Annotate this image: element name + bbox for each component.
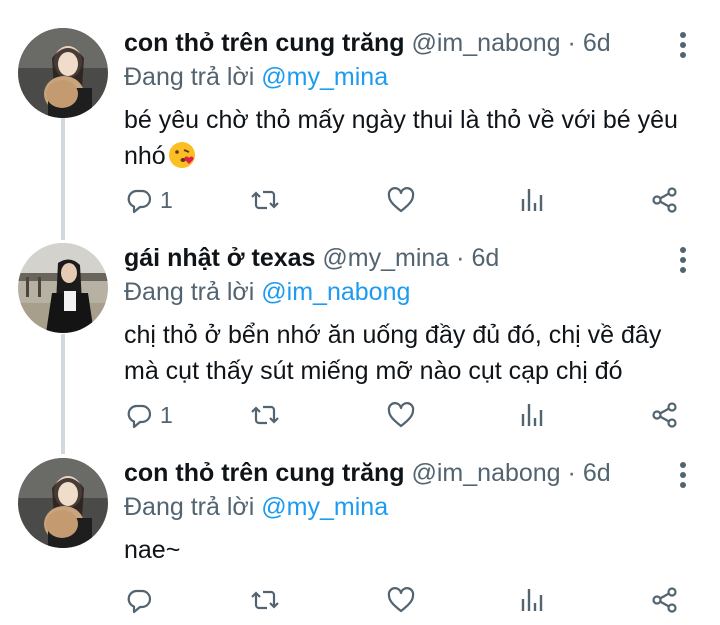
like-button[interactable]: [386, 582, 416, 618]
reply-icon: [127, 404, 152, 429]
more-vertical-icon[interactable]: [672, 460, 694, 490]
replying-to-label: Đang trả lời: [124, 63, 255, 91]
analytics-button[interactable]: [518, 582, 548, 618]
replying-to: Đang trả lời @my_mina: [124, 62, 388, 92]
reply-count: 1: [160, 186, 173, 213]
more-vertical-icon[interactable]: [672, 30, 694, 60]
reply-icon: [127, 189, 152, 214]
analytics-icon: [521, 189, 543, 211]
retweet-button[interactable]: [250, 397, 280, 433]
timestamp[interactable]: 6d: [583, 459, 611, 487]
like-icon: [387, 587, 415, 613]
timestamp[interactable]: 6d: [583, 29, 611, 57]
tweet-actions: 1: [0, 182, 720, 218]
retweet-button[interactable]: [250, 582, 280, 618]
tweet-text-content: chị thỏ ở bển nhớ ăn uống đầy đủ đó, chị…: [124, 321, 662, 385]
tweet-header: con thỏ trên cung trăng @im_nabong · 6d: [124, 28, 611, 58]
share-icon: [652, 187, 677, 213]
display-name[interactable]: con thỏ trên cung trăng: [124, 459, 405, 487]
retweet-icon: [251, 590, 279, 610]
more-vertical-icon[interactable]: [672, 245, 694, 275]
tweet-text-content: bé yêu chờ thỏ mấy ngày thui là thỏ về v…: [124, 106, 678, 170]
mention-link[interactable]: @im_nabong: [261, 278, 410, 306]
replying-to: Đang trả lời @my_mina: [124, 492, 388, 522]
analytics-button[interactable]: [518, 182, 548, 218]
separator: ·: [567, 459, 576, 487]
username[interactable]: @im_nabong: [412, 459, 561, 487]
tweet[interactable]: con thỏ trên cung trăng @im_nabong · 6d …: [0, 0, 720, 228]
like-button[interactable]: [386, 182, 416, 218]
face-blowing-kiss-emoji: [168, 141, 196, 169]
username[interactable]: @my_mina: [322, 244, 449, 272]
retweet-button[interactable]: [250, 182, 280, 218]
retweet-icon: [251, 190, 279, 210]
tweet-header: con thỏ trên cung trăng @im_nabong · 6d: [124, 458, 611, 488]
separator: ·: [456, 244, 465, 272]
tweet[interactable]: con thỏ trên cung trăng @im_nabong · 6d …: [0, 430, 720, 625]
tweet-text-content: nae~: [124, 536, 181, 564]
separator: ·: [567, 29, 576, 57]
avatar[interactable]: [18, 458, 108, 548]
reply-thread: con thỏ trên cung trăng @im_nabong · 6d …: [0, 0, 720, 625]
display-name[interactable]: con thỏ trên cung trăng: [124, 29, 405, 57]
reply-icon: [127, 589, 152, 614]
replying-to-label: Đang trả lời: [124, 493, 255, 521]
username[interactable]: @im_nabong: [412, 29, 561, 57]
reply-button[interactable]: 1: [124, 182, 173, 218]
replying-to: Đang trả lời @im_nabong: [124, 277, 410, 307]
reply-button[interactable]: [124, 582, 160, 618]
tweet[interactable]: gái nhật ở texas @my_mina · 6d Đang trả …: [0, 215, 720, 445]
share-icon: [652, 587, 677, 613]
mention-link[interactable]: @my_mina: [261, 493, 388, 521]
replying-to-label: Đang trả lời: [124, 278, 255, 306]
tweet-actions: [0, 582, 720, 618]
mention-link[interactable]: @my_mina: [261, 63, 388, 91]
avatar[interactable]: [18, 28, 108, 118]
tweet-header: gái nhật ở texas @my_mina · 6d: [124, 243, 499, 273]
analytics-button[interactable]: [518, 397, 548, 433]
analytics-icon: [521, 404, 543, 426]
like-button[interactable]: [386, 397, 416, 433]
like-icon: [387, 187, 415, 213]
reply-button[interactable]: 1: [124, 397, 173, 433]
share-button[interactable]: [650, 397, 680, 433]
tweet-text: bé yêu chờ thỏ mấy ngày thui là thỏ về v…: [124, 102, 694, 174]
reply-count: 1: [160, 401, 173, 428]
tweet-text: nae~: [124, 532, 694, 568]
avatar[interactable]: [18, 243, 108, 333]
retweet-icon: [251, 405, 279, 425]
share-button[interactable]: [650, 182, 680, 218]
timestamp[interactable]: 6d: [471, 244, 499, 272]
like-icon: [387, 402, 415, 428]
share-button[interactable]: [650, 582, 680, 618]
display-name[interactable]: gái nhật ở texas: [124, 244, 315, 272]
tweet-actions: 1: [0, 397, 720, 433]
analytics-icon: [521, 589, 543, 611]
tweet-text: chị thỏ ở bển nhớ ăn uống đầy đủ đó, chị…: [124, 317, 694, 389]
share-icon: [652, 402, 677, 428]
